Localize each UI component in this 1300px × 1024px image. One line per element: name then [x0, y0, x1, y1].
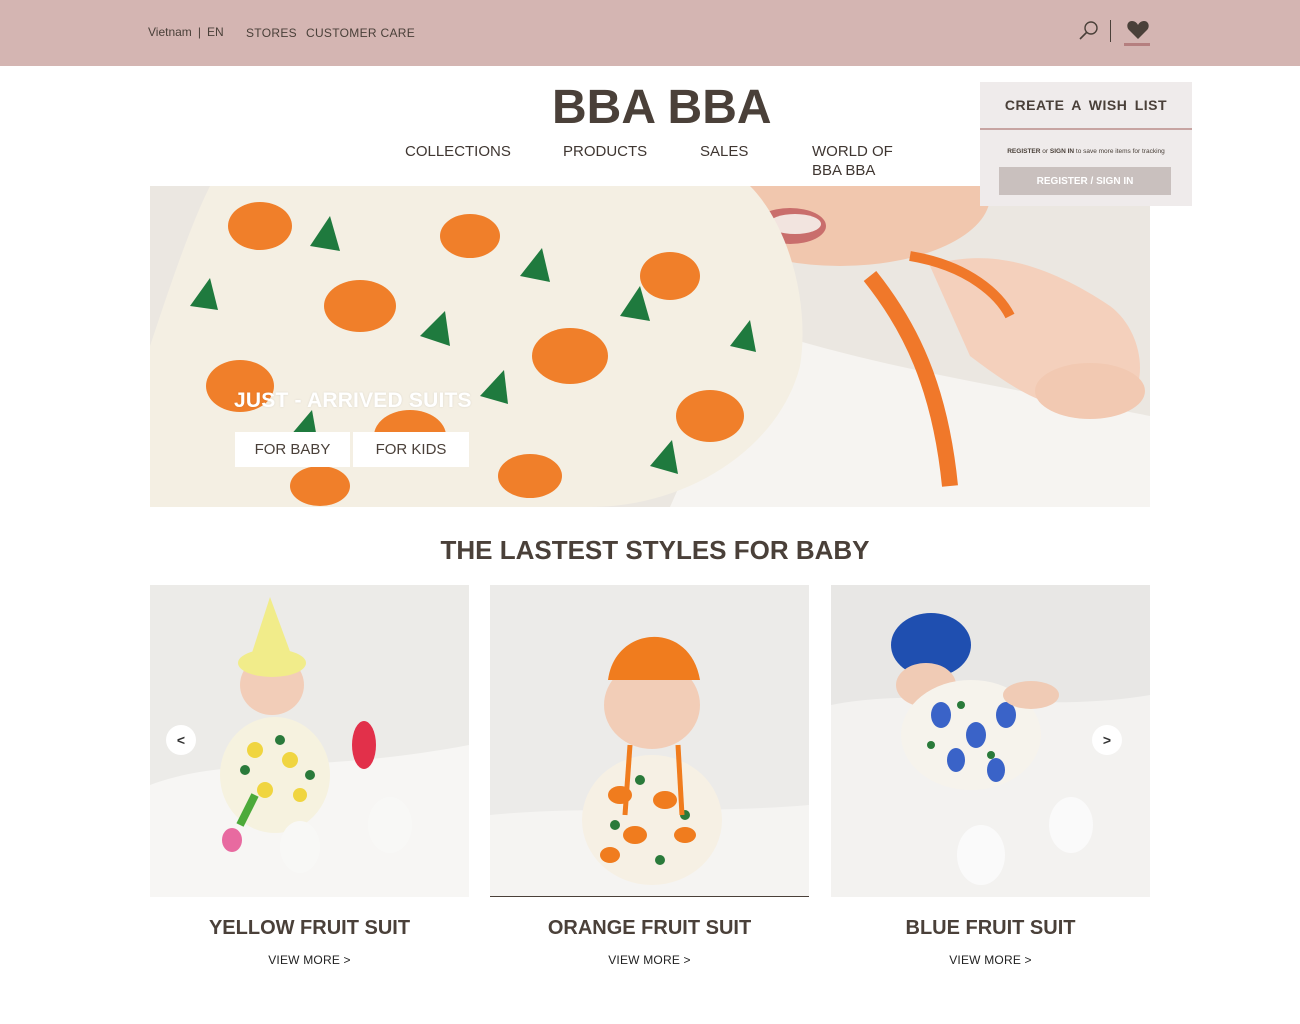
stores-link[interactable]: STORES [246, 26, 297, 40]
carousel-prev-button[interactable]: < [166, 725, 196, 755]
product-name[interactable]: YELLOW FRUIT SUIT [150, 917, 469, 940]
wishlist-note: REGISTER or SIGN IN to save more items f… [980, 148, 1192, 155]
wishlist-active-indicator [1124, 43, 1150, 46]
register-signin-button[interactable]: REGISTER / SIGN IN [999, 167, 1171, 195]
region-label[interactable]: Vietnam [148, 25, 192, 39]
section-title: THE LASTEST STYLES FOR BABY [440, 535, 870, 565]
note-text: to save more items for tracking [1074, 148, 1165, 155]
nav-world-of-bba-bba[interactable]: WORLD OF BBA BBA [812, 142, 912, 180]
search-icon[interactable] [1078, 20, 1100, 42]
brand-logo[interactable]: BBA BBA [552, 80, 772, 135]
heart-icon[interactable] [1126, 19, 1150, 41]
nav-products[interactable]: PRODUCTS [563, 142, 647, 161]
hero-title: JUST - ARRIVED SUITS [234, 389, 472, 412]
hero-banner: JUST - ARRIVED SUITS FOR BABY FOR KIDS [150, 186, 1150, 507]
or-word: or [1040, 148, 1050, 155]
top-bar: Vietnam | EN STORES CUSTOMER CARE [0, 0, 1300, 66]
product-image-orange[interactable] [490, 585, 809, 897]
product-name[interactable]: BLUE FRUIT SUIT [831, 917, 1150, 940]
for-kids-button[interactable]: FOR KIDS [353, 432, 469, 467]
wishlist-title: CREATE A WISH LIST [1004, 97, 1168, 113]
carousel-next-button[interactable]: > [1092, 725, 1122, 755]
view-more-link[interactable]: VIEW MORE > [831, 953, 1150, 967]
divider [1110, 20, 1111, 42]
view-more-link[interactable]: VIEW MORE > [490, 953, 809, 967]
nav-collections[interactable]: COLLECTIONS [405, 142, 511, 161]
nav-sales[interactable]: SALES [700, 142, 748, 161]
language-label[interactable]: EN [207, 25, 224, 39]
wishlist-popup: CREATE A WISH LIST REGISTER or SIGN IN t… [980, 82, 1192, 206]
register-word: REGISTER [1007, 148, 1041, 155]
locale-selector[interactable]: Vietnam | EN [148, 25, 224, 39]
view-more-link[interactable]: VIEW MORE > [150, 953, 469, 967]
for-baby-button[interactable]: FOR BABY [235, 432, 350, 467]
wishlist-header: CREATE A WISH LIST [980, 82, 1192, 130]
product-image-yellow[interactable] [150, 585, 469, 897]
signin-word: SIGN IN [1049, 148, 1075, 155]
customer-care-link[interactable]: CUSTOMER CARE [306, 26, 415, 40]
product-name[interactable]: ORANGE FRUIT SUIT [490, 917, 809, 940]
